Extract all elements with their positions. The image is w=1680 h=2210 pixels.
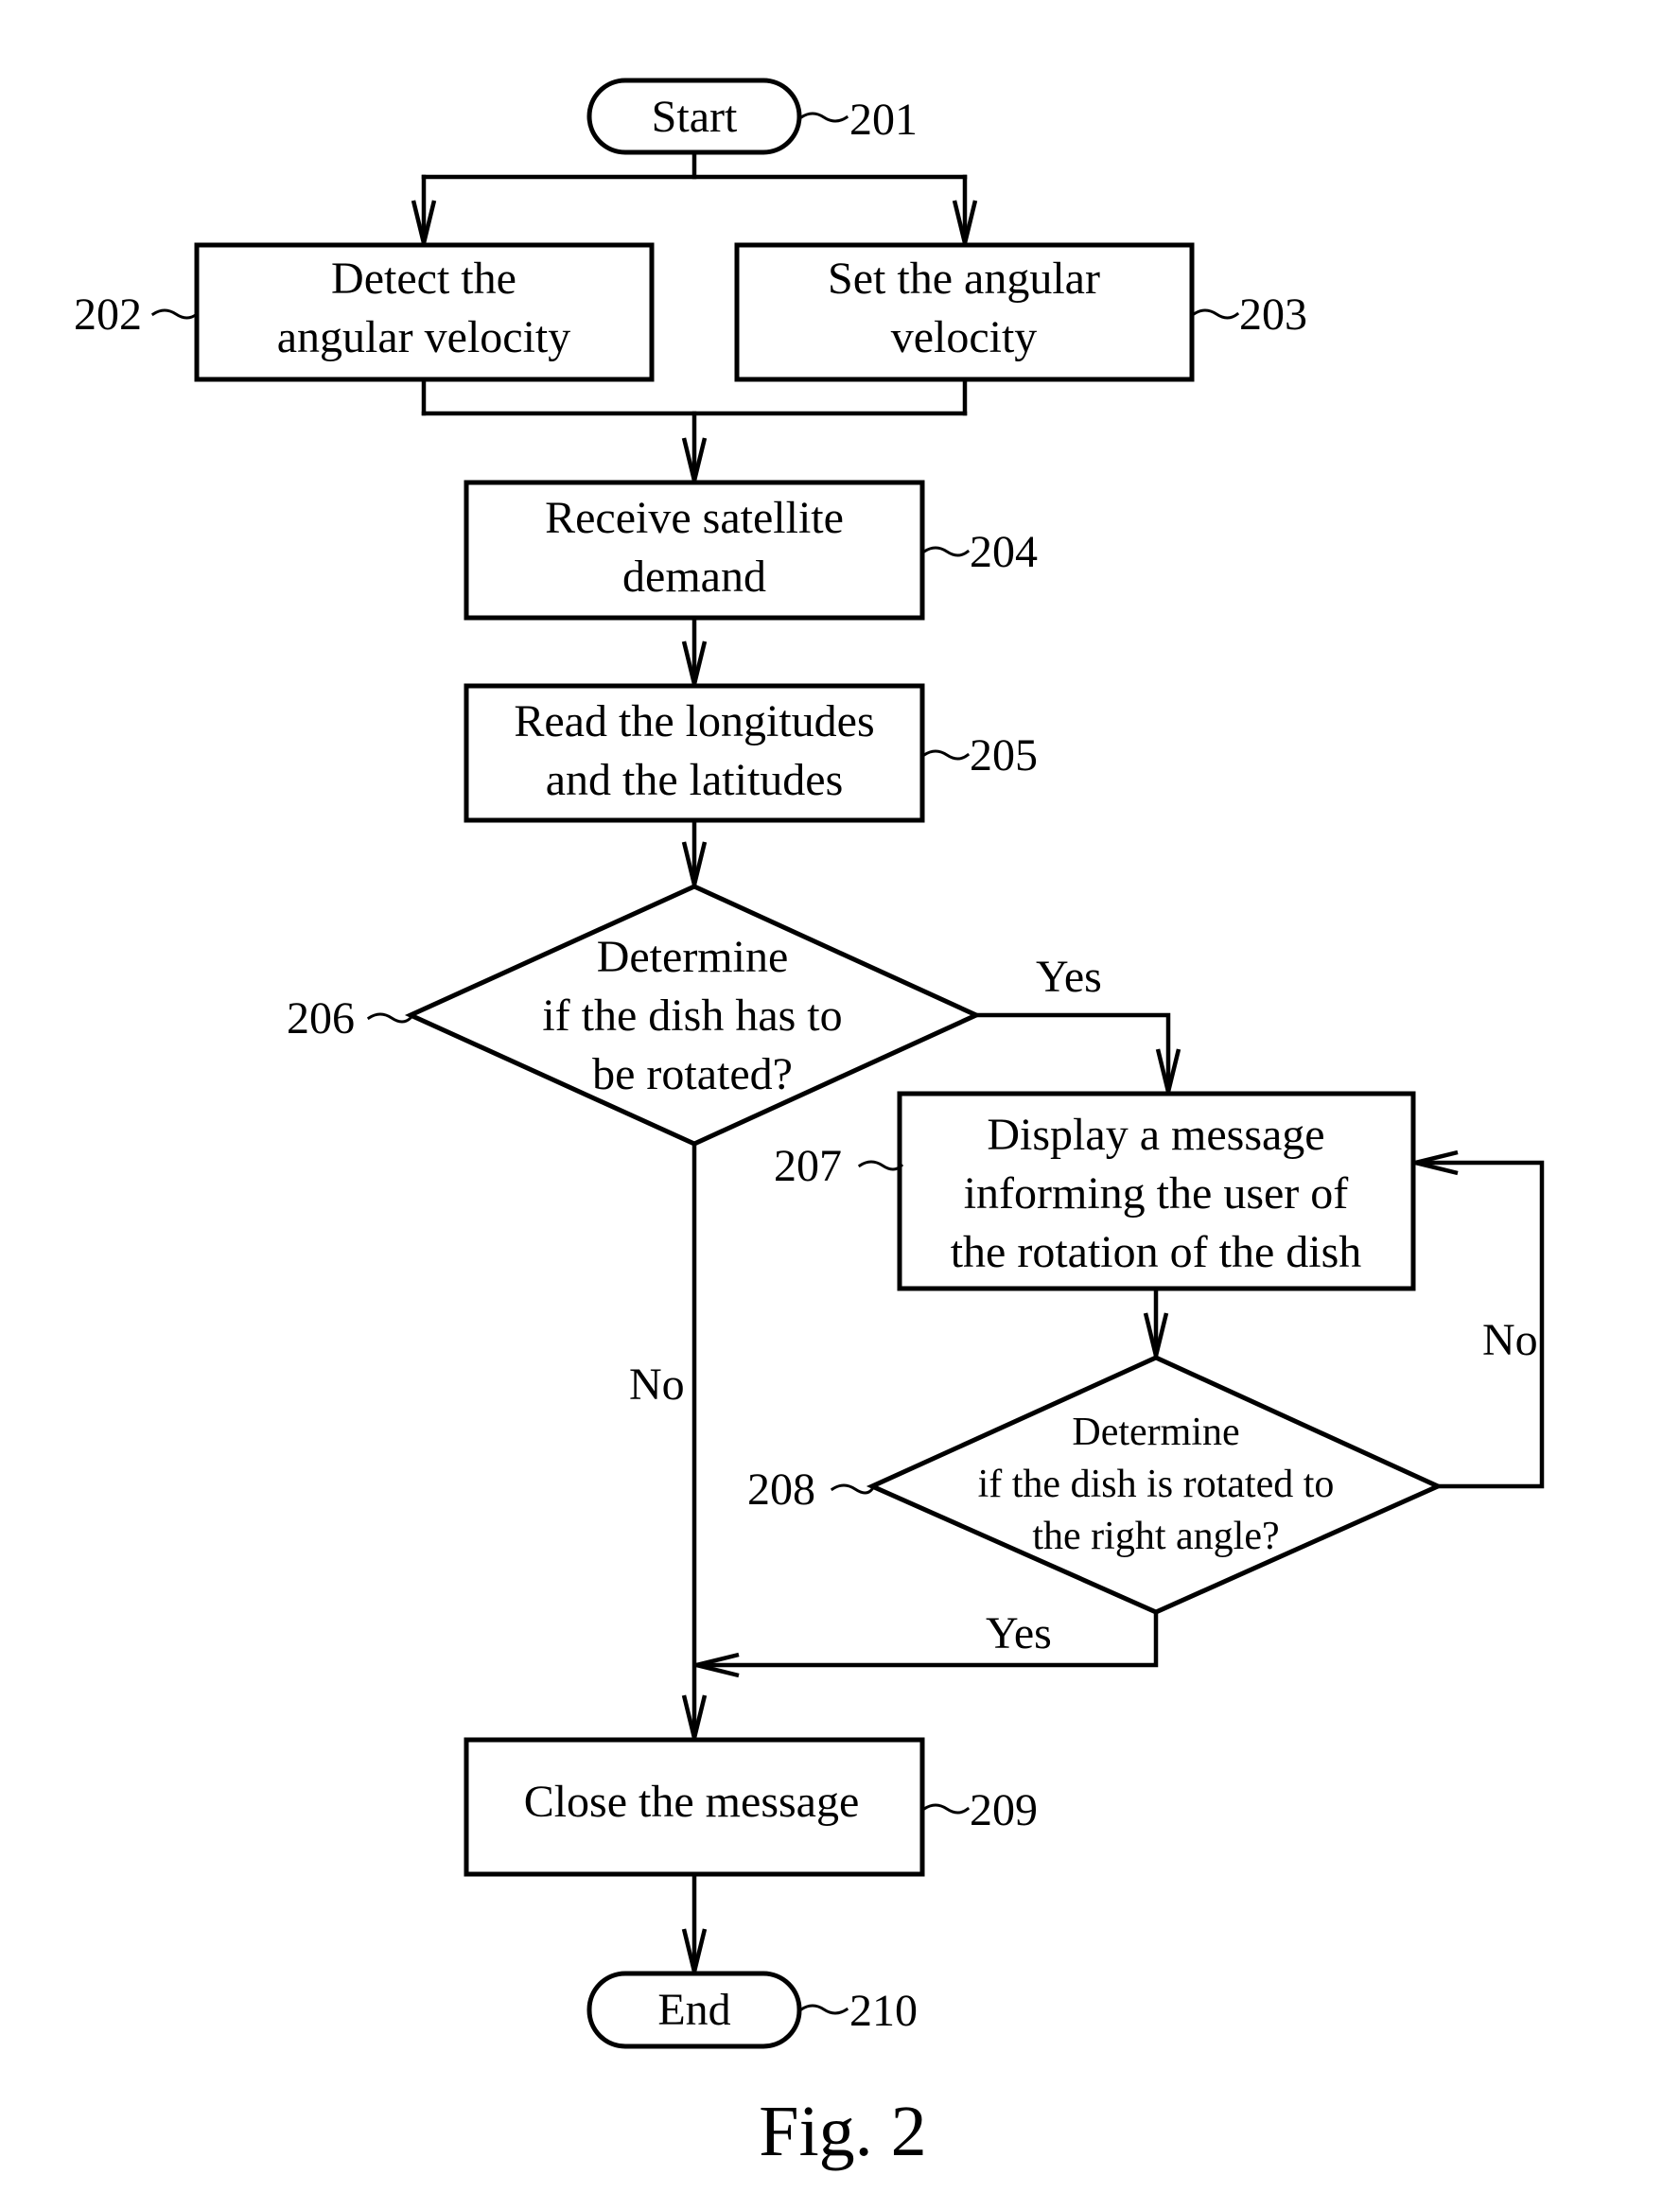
node-text: Close the message (524, 1777, 860, 1827)
label-206-yes: Yes (1036, 952, 1102, 1002)
leader-210 (798, 2004, 849, 2015)
node-text: Display a message (987, 1110, 1324, 1160)
node-text: informing the user of (964, 1168, 1349, 1219)
node-text: velocity (891, 312, 1038, 362)
node-text: End (657, 1985, 730, 2035)
node-text: Determine (1072, 1411, 1239, 1454)
node-201-start: Start (586, 78, 802, 155)
node-text: Read the longitudes (514, 696, 874, 746)
node-text: Receive satellite (545, 493, 844, 543)
leader-203 (1191, 308, 1240, 320)
ref-207: 207 (774, 1141, 842, 1191)
leader-201 (798, 112, 849, 123)
figure-caption: Fig. 2 (759, 2092, 926, 2171)
merge-connector (421, 377, 968, 483)
flowchart: Start 201 Detect the angular velocity 20… (74, 78, 1545, 2171)
node-text: demand (622, 552, 766, 602)
ref-209: 209 (970, 1785, 1038, 1835)
node-text: the rotation of the dish (951, 1227, 1362, 1277)
node-207-display-message: Display a message informing the user of … (897, 1091, 1416, 1291)
edge-206-no (681, 1141, 708, 1741)
ref-208: 208 (747, 1465, 815, 1515)
ref-206: 206 (287, 993, 355, 1044)
node-209-close-message: Close the message (464, 1737, 925, 1877)
node-204-receive-satellite-demand: Receive satellite demand (464, 480, 925, 621)
edge-208-yes (693, 1609, 1159, 1678)
node-text: be rotated? (592, 1049, 793, 1099)
ref-210: 210 (849, 1986, 918, 2036)
node-210-end: End (586, 1971, 802, 2049)
ref-202: 202 (74, 289, 142, 340)
node-text: Determine (597, 932, 789, 982)
node-text: Start (652, 92, 738, 142)
ref-203: 203 (1239, 289, 1307, 340)
node-text: angular velocity (277, 312, 571, 362)
leader-208 (830, 1483, 875, 1495)
node-202-detect-angular-velocity: Detect the angular velocity (194, 242, 655, 382)
label-208-yes: Yes (986, 1608, 1052, 1658)
ref-204: 204 (970, 527, 1038, 577)
node-text: if the dish is rotated to (978, 1463, 1335, 1506)
node-text: Detect the (331, 254, 516, 304)
ref-201: 201 (849, 95, 918, 145)
ref-205: 205 (970, 730, 1038, 781)
node-text: the right angle? (1032, 1515, 1279, 1558)
leader-207 (857, 1160, 904, 1171)
label-206-no: No (629, 1359, 685, 1410)
node-text: and the latitudes (546, 755, 844, 805)
node-203-set-angular-velocity: Set the angular velocity (734, 242, 1195, 382)
node-208-decision-right-angle: Determine if the dish is rotated to the … (866, 1355, 1444, 1615)
label-208-no: No (1482, 1315, 1538, 1365)
node-text: if the dish has to (542, 991, 842, 1041)
node-206-decision-rotate: Determine if the dish has to be rotated? (404, 884, 983, 1147)
leader-209 (921, 1803, 971, 1815)
leader-206 (366, 1012, 413, 1024)
split-connector (411, 149, 978, 246)
leader-202 (150, 308, 200, 320)
node-text: Set the angular (828, 254, 1100, 304)
edge-206-yes (973, 1012, 1181, 1095)
leader-205 (921, 749, 971, 761)
node-205-read-longitudes-latitudes: Read the longitudes and the latitudes (464, 683, 925, 823)
leader-204 (921, 546, 971, 557)
